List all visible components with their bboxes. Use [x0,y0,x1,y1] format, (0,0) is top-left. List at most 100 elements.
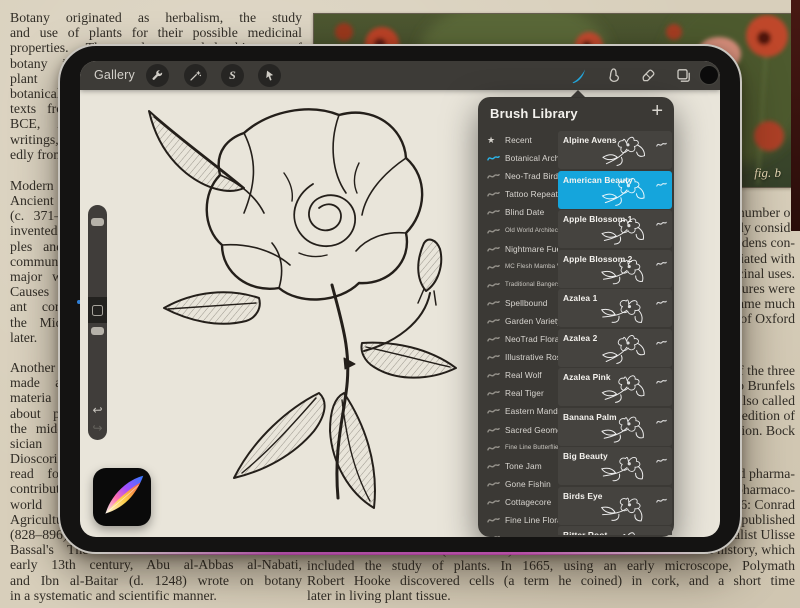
brush-stroke-edit-icon [656,491,667,509]
brush-tool-button[interactable] [569,66,587,84]
document-line: early 13th century, Abu al-Abbas al-Naba… [10,557,302,572]
brush-set-row[interactable]: ★ Fine Line Butterflies [478,439,558,457]
brush-stroke-edit-icon [656,412,667,430]
brush-opacity-slider[interactable] [91,327,104,335]
tablet-frame: Gallery S [58,44,742,554]
brush-set-row[interactable]: ★ Old World Architecture [478,221,558,239]
brush-flower-thumbnail [584,487,652,527]
panel-title: Brush Library [490,106,578,121]
brush-row[interactable]: Apple Blossom 1 [558,210,672,248]
popover-caret [570,90,586,98]
paint-brush-icon [570,67,587,84]
brush-stroke-icon: ★ [487,516,500,524]
brush-set-row[interactable]: ★ Tone Jam [478,457,558,475]
brush-stroke-icon: ★ [487,462,500,470]
gallery-button[interactable]: Gallery [94,68,135,82]
brush-set-label: Cottagecore [505,497,551,507]
smudge-tool-button[interactable] [604,66,622,84]
brush-set-row[interactable]: ★ Tattoo Repeaters [478,185,558,203]
brush-stroke-edit-icon [656,175,667,193]
brush-row[interactable]: Azalea 2 [558,329,672,367]
brush-row[interactable]: Birds Eye [558,487,672,525]
brush-row[interactable]: Banana Palm [558,408,672,446]
brush-flower-thumbnail [585,450,651,484]
brush-size-slider[interactable] [91,218,104,226]
canvas-sidebar: ↩ ↪ [88,205,107,440]
brush-set-row[interactable]: ★ Real Tiger [478,384,558,402]
brush-set-row[interactable]: ★ Garden Variety [478,312,558,330]
selection-button[interactable]: S [221,64,244,87]
brush-stroke-icon: ★ [487,299,500,307]
brush-set-label: Blind Date [505,207,544,217]
actions-button[interactable] [146,64,169,87]
brush-stroke-icon: ★ [487,227,500,235]
brush-stroke-icon: ★ [487,480,500,488]
document-line: in a systematic and scientific manner. [10,588,302,603]
brush-stroke-edit-icon [656,333,667,351]
brush-set-row[interactable]: ★ Eastern Mandalas [478,402,558,420]
brush-row[interactable]: Apple Blossom 2 [558,250,672,288]
brush-stroke-icon: ★ [487,389,500,397]
document-line: and Ibn al-Baitar (d. 1248) wrote on bot… [10,573,302,588]
brush-set-row[interactable]: ★ Recent [478,131,558,149]
wrench-icon [151,69,164,82]
brush-stroke-icon: ★ [487,281,500,289]
document-line: and use of plants for their possible med… [10,25,302,40]
brush-set-row[interactable]: ★ Neo-Trad Birds [478,167,558,185]
brush-stroke-icon: ★ [487,335,500,343]
brush-stroke-edit-icon [656,293,667,311]
procreate-logo [93,468,151,526]
brush-set-row[interactable]: ★ Blind Date [478,203,558,221]
brush-set-row[interactable]: ★ Botanical Archive [478,149,558,167]
brush-stroke-edit-icon [656,372,667,390]
brush-set-row[interactable]: ★ [478,529,558,537]
erase-tool-button[interactable] [639,66,657,84]
color-swatch-button[interactable] [699,65,719,85]
brush-stroke-edit-icon [656,214,667,232]
brush-row[interactable]: American Beauty [558,171,672,209]
page-edge-photo-strip [791,0,800,231]
add-brush-button[interactable]: + [651,100,663,122]
rose-line-art [94,93,530,529]
brush-set-row[interactable]: ★ Real Wolf [478,366,558,384]
smudge-finger-icon [605,67,622,84]
brush-set-label: MC Flesh Mamba V1.2 [505,263,558,270]
brush-set-row[interactable]: ★ Gone Fishin [478,475,558,493]
brush-set-row[interactable]: ★ Fine Line Floral [478,511,558,529]
brush-set-row[interactable]: ★ Sacred Geometry [478,421,558,439]
brush-stroke-icon: ★ [487,172,500,180]
brush-set-row[interactable]: ★ Cottagecore [478,493,558,511]
brush-row[interactable]: Alpine Avens [558,131,672,169]
brush-row[interactable]: Azalea 1 [558,289,672,327]
brush-row[interactable]: Big Beauty [558,447,672,485]
modify-square-icon [92,305,103,316]
brush-set-label: NeoTrad Florals [505,334,558,344]
brush-set-row[interactable]: ★ NeoTrad Florals [478,330,558,348]
brush-set-label: Traditional Bangers [505,281,558,288]
brush-row[interactable]: Bitter Root [558,526,672,535]
figure-caption: fig. b [754,165,781,181]
brush-set-row[interactable]: ★ Spellbound [478,294,558,312]
brush-stroke-icon: ★ [487,444,500,452]
transform-button[interactable] [258,64,281,87]
brush-set-row[interactable]: ★ MC Flesh Mamba V1.2 [478,258,558,276]
layers-button[interactable] [674,66,692,84]
brush-set-label: Neo-Trad Birds [505,171,558,181]
adjustments-button[interactable] [184,64,207,87]
brush-set-label: Illustrative Roses [505,352,558,362]
brush-row[interactable]: Azalea Pink [558,368,672,406]
brush-flower-thumbnail [584,290,652,329]
brush-stroke-icon: ★ [487,208,500,216]
brush-set-label: Tone Jam [505,461,542,471]
brush-stroke-icon: ★ [487,498,500,506]
brush-set-row[interactable]: ★ Traditional Bangers [478,276,558,294]
brush-flower-thumbnail [585,214,650,246]
undo-button[interactable]: ↩ [88,403,107,417]
sidebar-modify-button[interactable] [88,297,107,323]
brush-set-row[interactable]: ★ Nightmare Fuel [478,240,558,258]
brush-set-row[interactable]: ★ Illustrative Roses [478,348,558,366]
magic-wand-icon [189,69,202,82]
redo-button[interactable]: ↪ [88,421,107,435]
brush-stroke-icon: ★ [487,353,500,361]
brush-stroke-icon: ★ [487,136,500,145]
